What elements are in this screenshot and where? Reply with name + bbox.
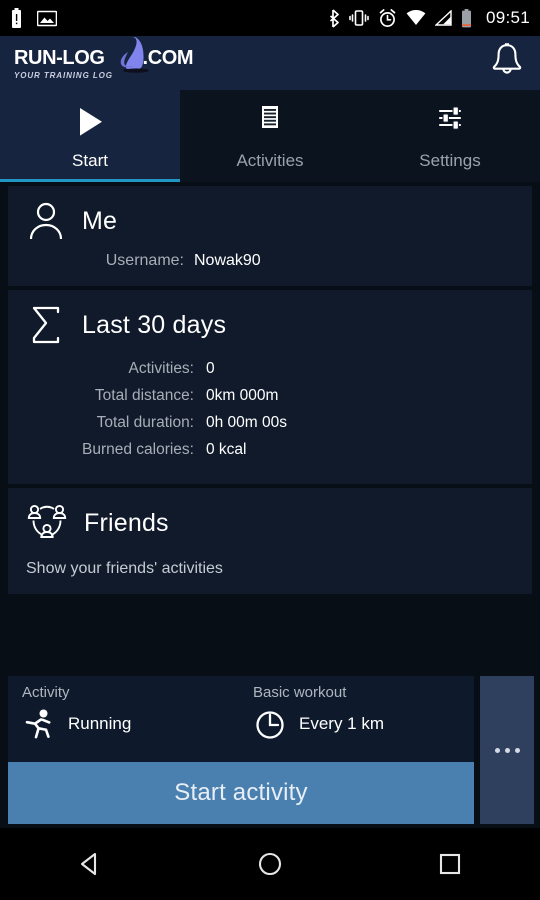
sliders-icon (438, 105, 462, 130)
battery-alert-icon (12, 8, 21, 28)
stat-value: 0h 00m 00s (206, 414, 287, 431)
running-shoe-icon (120, 36, 149, 73)
notifications-button[interactable] (488, 41, 526, 86)
image-icon (37, 10, 57, 26)
person-icon (29, 202, 63, 240)
cell-signal-icon (434, 10, 452, 26)
nav-back-button[interactable] (45, 828, 135, 900)
android-status-bar: 09:51 (0, 0, 540, 36)
workout-selector-label: Basic workout (253, 684, 347, 701)
activity-selector-label: Activity (22, 684, 70, 701)
stat-value: 0 (206, 360, 215, 377)
tab-start[interactable]: Start (0, 90, 180, 182)
logo-tagline: YOUR TRAINING LOG (14, 70, 113, 80)
bottom-panel-inner: Activity Running Basic workout Every 1 k… (8, 676, 474, 824)
friends-group-icon (27, 504, 67, 538)
android-navigation-bar (0, 828, 540, 900)
workout-selector-value-group: Every 1 km (253, 707, 474, 741)
alarm-icon (379, 8, 396, 27)
play-icon (80, 107, 102, 136)
tab-activities-label: Activities (236, 150, 304, 170)
battery-icon (461, 8, 471, 27)
selection-row: Activity Running Basic workout Every 1 k… (8, 676, 474, 741)
back-triangle-icon (80, 852, 97, 876)
card-me-title: Me (82, 206, 118, 235)
more-options-icon (494, 747, 520, 753)
nav-home-button[interactable] (225, 828, 315, 900)
stats-list: Activities: 0 Total distance: 0km 000m T… (26, 360, 514, 459)
clock-icon (256, 711, 284, 739)
card-last-30-days-title: Last 30 days (82, 310, 227, 339)
stat-value: 0 kcal (206, 441, 247, 458)
running-icon (25, 709, 51, 739)
stat-label: Total distance: (94, 387, 194, 404)
username-row: Username: Nowak90 (26, 252, 514, 270)
bluetooth-icon (329, 8, 339, 28)
stat-value: 0km 000m (206, 387, 279, 404)
recents-square-icon (439, 853, 461, 875)
stat-row: Burned calories: 0 kcal (26, 441, 514, 459)
dot (514, 747, 520, 753)
document-list-icon (262, 105, 278, 128)
app-root: 09:51 RUN-LOG .COM YOUR TRAINING LOG Sta… (0, 0, 540, 900)
tab-settings-label: Settings (419, 150, 481, 170)
card-friends-title: Friends (84, 508, 169, 537)
vibrate-icon (349, 10, 369, 26)
stat-label: Total duration: (96, 414, 194, 431)
nav-recents-button[interactable] (405, 828, 495, 900)
more-options-button[interactable] (480, 676, 534, 824)
workout-selector-value: Every 1 km (299, 714, 385, 733)
card-me[interactable]: Me Username: Nowak90 (8, 186, 532, 286)
tab-activities[interactable]: Activities (180, 90, 360, 182)
start-activity-button[interactable]: Start activity (8, 762, 474, 824)
username-label: Username: (105, 252, 184, 269)
main-content: Me Username: Nowak90 Last 30 days Activi… (0, 182, 540, 672)
logo-text: RUN-LOG (14, 46, 105, 69)
logo-wordmark: RUN-LOG .COM (14, 36, 194, 73)
bell-icon (492, 42, 522, 74)
stat-row: Total duration: 0h 00m 00s (26, 414, 514, 432)
card-last-30-days-header: Last 30 days (26, 304, 514, 346)
card-last-30-days[interactable]: Last 30 days Activities: 0 Total distanc… (8, 290, 532, 484)
wifi-icon (406, 10, 426, 25)
stat-row: Total distance: 0km 000m (26, 387, 514, 405)
status-bar-right-icons: 09:51 (328, 8, 530, 28)
activity-selector[interactable]: Activity Running (8, 684, 243, 741)
status-bar-clock: 09:51 (485, 8, 530, 27)
app-header: RUN-LOG .COM YOUR TRAINING LOG (0, 36, 540, 90)
app-logo: RUN-LOG .COM YOUR TRAINING LOG (14, 36, 194, 85)
status-bar-left-icons (10, 8, 57, 28)
card-friends-header: Friends (26, 502, 514, 544)
bottom-action-panel: Activity Running Basic workout Every 1 k… (0, 672, 540, 828)
main-tab-bar: Start Activities Settings (0, 90, 540, 182)
sigma-icon (32, 306, 60, 344)
card-friends[interactable]: Friends Show your friends' activities (8, 488, 532, 594)
stat-label: Burned calories: (81, 441, 194, 458)
card-friends-subtitle: Show your friends' activities (26, 560, 223, 577)
stat-label: Activities: (128, 360, 194, 377)
stat-row: Activities: 0 (26, 360, 514, 378)
username-value: Nowak90 (194, 252, 261, 269)
home-circle-icon (258, 852, 282, 876)
start-activity-button-label: Start activity (174, 779, 308, 806)
activity-selector-value-group: Running (22, 707, 243, 741)
card-me-header: Me (26, 200, 514, 242)
activity-selector-value: Running (68, 714, 132, 733)
dot (504, 747, 510, 753)
tab-settings[interactable]: Settings (360, 90, 540, 182)
workout-selector[interactable]: Basic workout Every 1 km (243, 684, 474, 741)
dot (494, 747, 500, 753)
tab-start-label: Start (72, 150, 108, 170)
